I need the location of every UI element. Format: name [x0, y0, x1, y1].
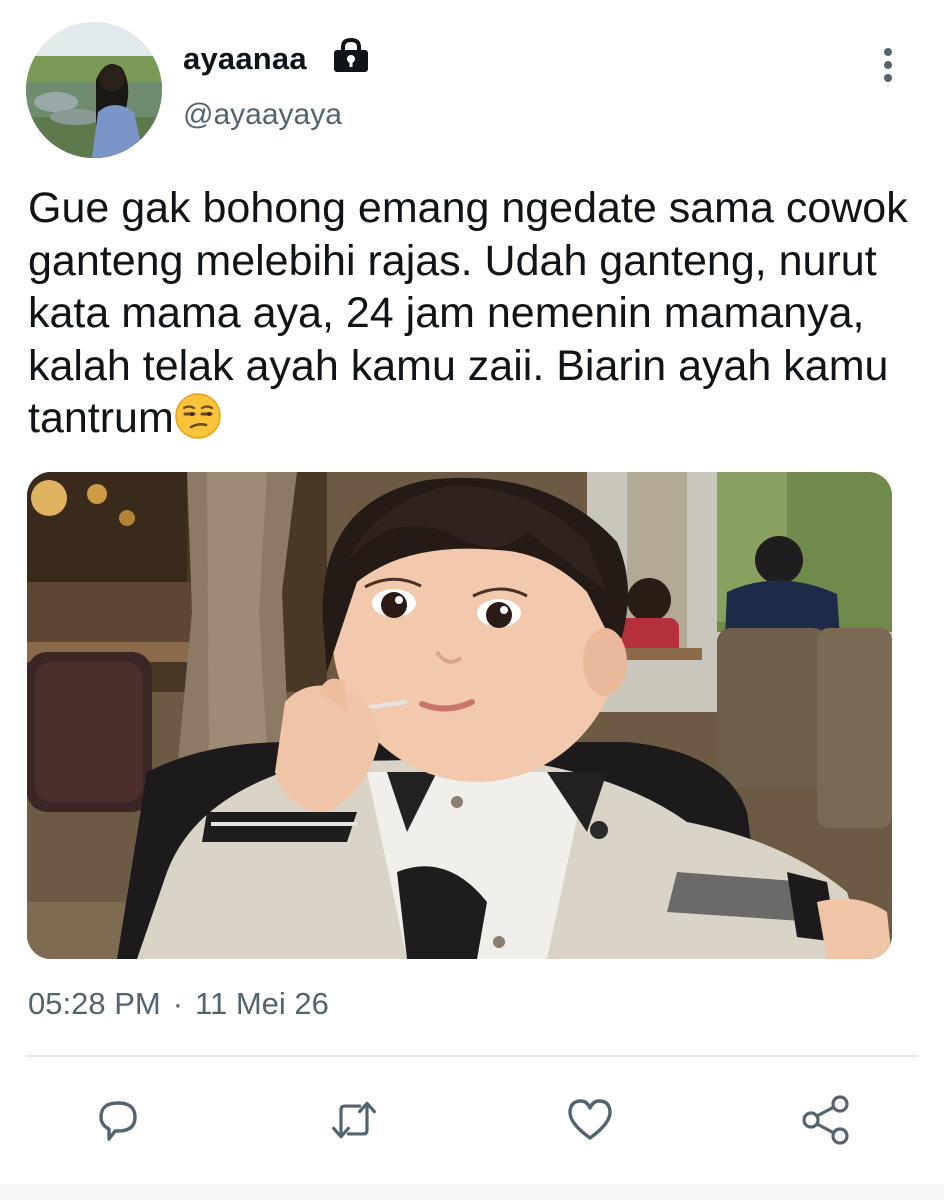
unamused-face-emoji: [175, 393, 221, 439]
retweet-icon: [331, 1101, 377, 1139]
share-button[interactable]: [800, 1094, 852, 1146]
heart-icon: [568, 1099, 612, 1140]
reply-button[interactable]: [92, 1094, 144, 1146]
tweet-photo[interactable]: [27, 472, 892, 959]
tweet-date: 11 Mei 26: [195, 986, 329, 1021]
handle[interactable]: @ayaayaya: [183, 98, 342, 132]
more-options-icon[interactable]: [872, 46, 904, 86]
divider: [26, 1055, 918, 1057]
share-icon: [802, 1095, 849, 1145]
tweet-card: ayaanaa @ayaayaya Gue gak bohong emang n…: [0, 0, 944, 1200]
bottom-separator: [0, 1184, 944, 1200]
display-name[interactable]: ayaanaa: [183, 41, 307, 77]
avatar-photo: [26, 22, 162, 158]
tweet-timestamp[interactable]: 05:28 PM · 11 Mei 26: [28, 986, 329, 1022]
tweet-text: Gue gak bohong emang ngedate sama cowok …: [28, 182, 933, 445]
retweet-button[interactable]: [328, 1094, 380, 1146]
reply-icon: [99, 1101, 137, 1141]
meta-separator: ·: [172, 986, 184, 1021]
like-button[interactable]: [564, 1094, 616, 1146]
tweet-time: 05:28 PM: [28, 986, 161, 1021]
avatar[interactable]: [26, 22, 162, 158]
lock-icon: [334, 38, 368, 72]
tweet-text-content: Gue gak bohong emang ngedate sama cowok …: [28, 184, 920, 442]
photo-content: [27, 472, 892, 959]
